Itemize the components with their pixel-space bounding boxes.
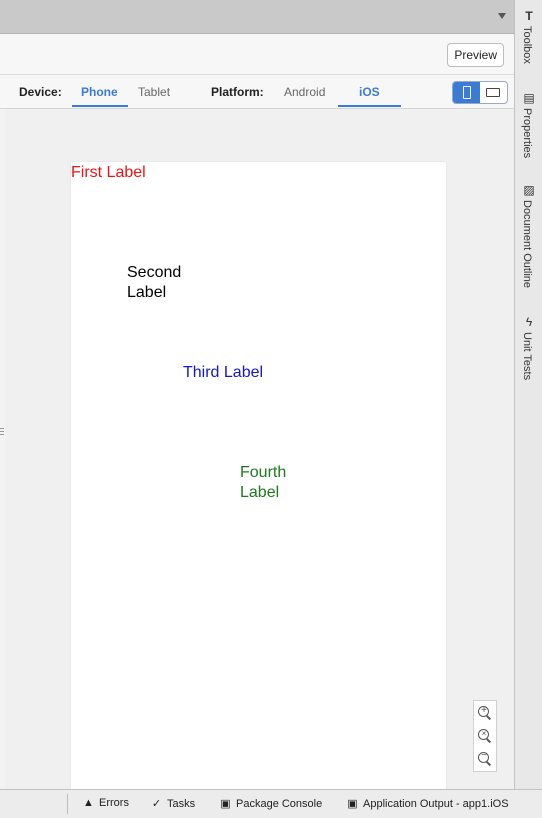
tab-ios[interactable]: iOS [359,85,380,99]
document-outline-icon: ▨ [523,183,535,197]
tab-ios-underline [338,105,401,107]
toolbox-icon: T [525,9,533,23]
zoom-controls: + × − [473,700,497,772]
checkmark-icon: ✓ [151,798,162,810]
chevron-down-icon[interactable] [498,13,506,19]
tasks-pad-button[interactable]: ✓ Tasks [150,797,195,810]
first-label[interactable]: First Label [71,163,146,183]
errors-label: Errors [99,797,129,809]
status-bar: ▲ Errors ✓ Tasks ▣ Package Console ▣ Applica… [0,789,542,818]
package-console-label: Package Console [236,798,323,810]
warning-icon: ▲ [83,797,94,809]
device-screen[interactable]: First Label Second Label Third Label Fou… [71,162,446,792]
tab-android[interactable]: Android [284,85,325,99]
properties-pad-label: Properties [521,108,533,159]
zoom-reset-icon[interactable]: × [477,728,493,744]
designer-device-bar: Device: Phone Tablet Platform: Android i… [0,75,514,109]
device-label: Device: [19,85,62,99]
second-label[interactable]: Second Label [127,263,207,303]
toolbox-pad-label: Toolbox [521,26,533,64]
terminal-icon: ▣ [220,798,231,810]
application-output-label: Application Output - app1.iOS [363,798,509,810]
application-output-pad-button[interactable]: ▣ Application Output - app1.iOS [346,797,509,810]
properties-icon: ▤ [523,91,535,105]
tab-phone[interactable]: Phone [81,85,118,99]
tab-phone-underline [72,105,128,107]
errors-pad-button[interactable]: ▲ Errors [82,797,129,809]
editor-toolbar: Preview [0,34,514,75]
window-title-bar [0,0,514,34]
lightning-icon: ϟ [525,315,533,329]
terminal-icon: ▣ [347,798,358,810]
platform-label: Platform: [211,85,264,99]
package-console-pad-button[interactable]: ▣ Package Console [219,797,322,810]
portrait-button[interactable] [453,82,480,103]
status-separator [67,794,68,814]
designer-canvas[interactable]: First Label Second Label Third Label Fou… [5,109,514,792]
tab-tablet[interactable]: Tablet [138,85,170,99]
unit-tests-pad-label: Unit Tests [521,332,533,381]
splitter-grip[interactable] [0,428,4,436]
landscape-button[interactable] [480,82,507,103]
preview-button[interactable]: Preview [447,43,504,67]
orientation-toggle [452,81,508,104]
third-label[interactable]: Third Label [183,363,263,383]
right-side-panel: T Toolbox ▤ Properties ▨ Document Outlin… [514,0,542,789]
zoom-in-icon[interactable]: + [477,705,493,721]
phone-landscape-icon [486,88,500,97]
document-outline-pad-label: Document Outline [521,200,533,289]
phone-portrait-icon [463,86,471,99]
fourth-label[interactable]: Fourth Label [240,463,320,503]
tasks-label: Tasks [167,798,196,810]
zoom-out-icon[interactable]: − [477,750,493,767]
